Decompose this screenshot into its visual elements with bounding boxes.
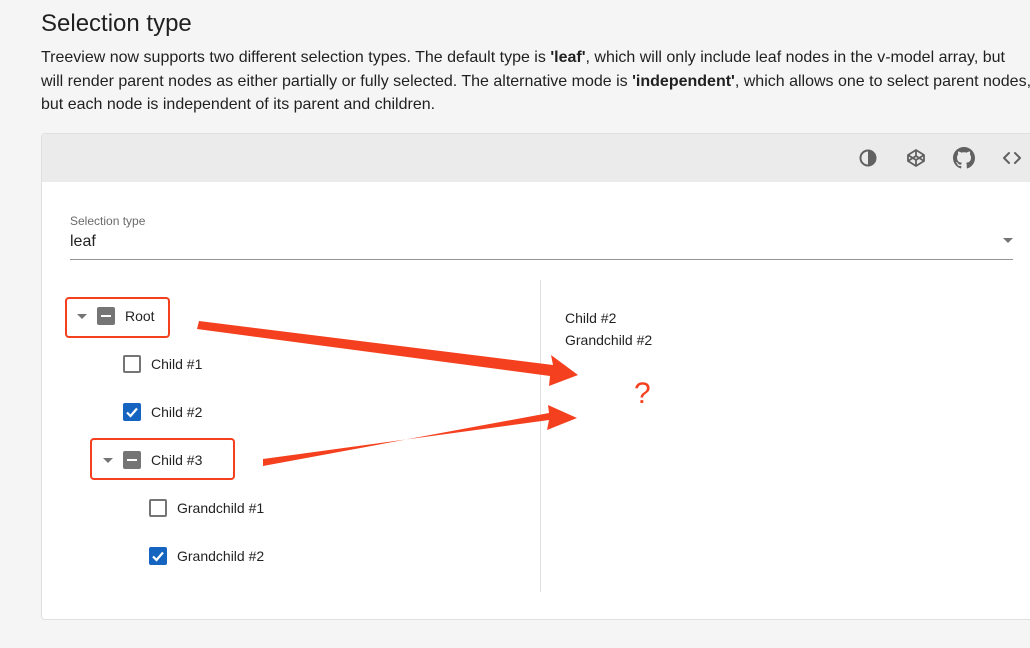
- section-title: Selection type: [41, 10, 192, 37]
- select-label: Selection type: [70, 214, 146, 228]
- tree-node-child-2: Child #2: [120, 400, 202, 424]
- tree-node-child-3: Child #3: [96, 448, 202, 472]
- tree-node-child-1: Child #1: [120, 352, 202, 376]
- checkbox-checked-icon[interactable]: [149, 547, 167, 565]
- selected-item: Child #2: [565, 310, 617, 326]
- partial-checkbox-icon[interactable]: [97, 307, 115, 325]
- expand-toggle-icon[interactable]: [70, 304, 94, 328]
- selection-type-select[interactable]: Selection type leaf: [70, 214, 1013, 260]
- node-label: Grandchild #2: [177, 548, 265, 564]
- theme-invert-icon[interactable]: [857, 147, 879, 169]
- selected-item: Grandchild #2: [565, 332, 653, 348]
- node-label: Root: [125, 308, 155, 324]
- checkbox-checked-icon[interactable]: [123, 403, 141, 421]
- node-label: Child #1: [151, 356, 203, 372]
- chevron-down-icon[interactable]: [1003, 238, 1013, 243]
- codepen-icon[interactable]: [905, 147, 927, 169]
- column-divider: [540, 280, 541, 592]
- checkbox-unchecked-icon[interactable]: [123, 355, 141, 373]
- node-label: Grandchild #1: [177, 500, 265, 516]
- tree-node-grandchild-1: Grandchild #1: [146, 496, 264, 520]
- select-value: leaf: [70, 233, 96, 250]
- github-icon[interactable]: [953, 147, 975, 169]
- section-description: Treeview now supports two different sele…: [41, 49, 1030, 113]
- node-label: Child #2: [151, 404, 203, 420]
- code-icon[interactable]: [1001, 147, 1023, 169]
- tree-node-grandchild-2: Grandchild #2: [146, 544, 264, 568]
- checkbox-unchecked-icon[interactable]: [149, 499, 167, 517]
- partial-checkbox-icon[interactable]: [123, 451, 141, 469]
- example-toolbar: [42, 134, 1030, 182]
- leaf-term: 'leaf': [550, 49, 586, 66]
- example-card: Selection type leaf Root Child #1 Child …: [41, 133, 1030, 620]
- tree-node-root: Root: [70, 304, 155, 328]
- expand-toggle-icon[interactable]: [96, 448, 120, 472]
- select-underline: [70, 259, 1013, 260]
- independent-term: 'independent': [632, 72, 735, 90]
- selected-items-list: Child #2 Grandchild #2: [565, 307, 652, 351]
- node-label: Child #3: [151, 452, 203, 468]
